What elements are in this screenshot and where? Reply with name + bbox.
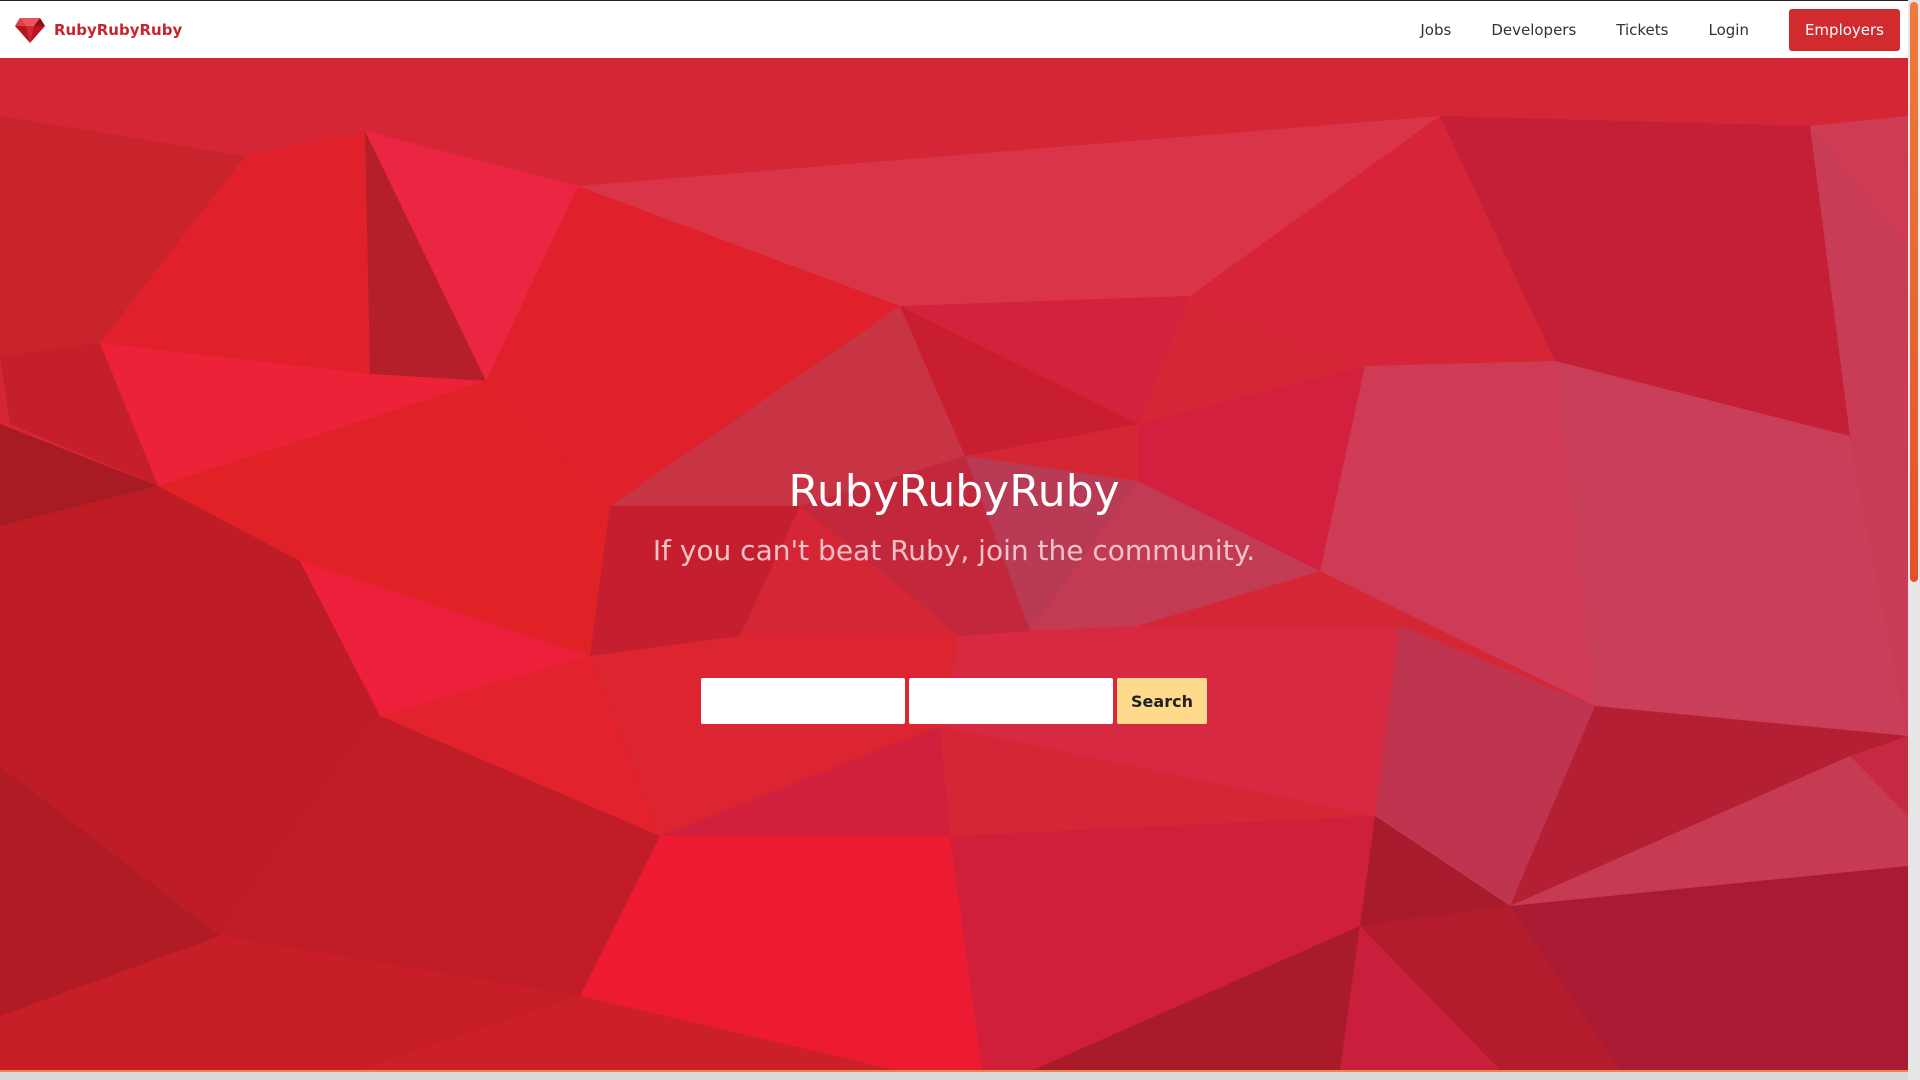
browser-viewport: RubyRubyRuby Jobs Developers Tickets Log… (0, 0, 1908, 1080)
scrollbar-thumb[interactable] (1910, 2, 1918, 582)
ruby-gem-icon (15, 18, 45, 43)
hero-title: RubyRubyRuby (788, 466, 1120, 517)
nav-link-tickets[interactable]: Tickets (1616, 21, 1668, 39)
brand-name: RubyRubyRuby (54, 21, 183, 39)
hero-content: RubyRubyRuby If you can't beat Ruby, joi… (0, 58, 1908, 1070)
search-keyword-input[interactable] (701, 678, 905, 724)
hero-subtitle: If you can't beat Ruby, join the communi… (652, 534, 1256, 567)
hero-section: RubyRubyRuby If you can't beat Ruby, joi… (0, 58, 1908, 1070)
page-scrollbar[interactable] (1908, 0, 1920, 1080)
employers-button[interactable]: Employers (1788, 9, 1900, 51)
nav-link-jobs[interactable]: Jobs (1420, 21, 1451, 39)
top-navbar: RubyRubyRuby Jobs Developers Tickets Log… (0, 0, 1908, 58)
page-bottom-strip (0, 1070, 1908, 1080)
search-form: Search (0, 678, 1908, 724)
search-button[interactable]: Search (1117, 678, 1207, 724)
brand-link[interactable]: RubyRubyRuby (14, 15, 182, 45)
main-nav: Jobs Developers Tickets Login Employers (1420, 1, 1908, 59)
nav-link-login[interactable]: Login (1708, 21, 1748, 39)
search-location-input[interactable] (909, 678, 1113, 724)
nav-link-developers[interactable]: Developers (1491, 21, 1576, 39)
